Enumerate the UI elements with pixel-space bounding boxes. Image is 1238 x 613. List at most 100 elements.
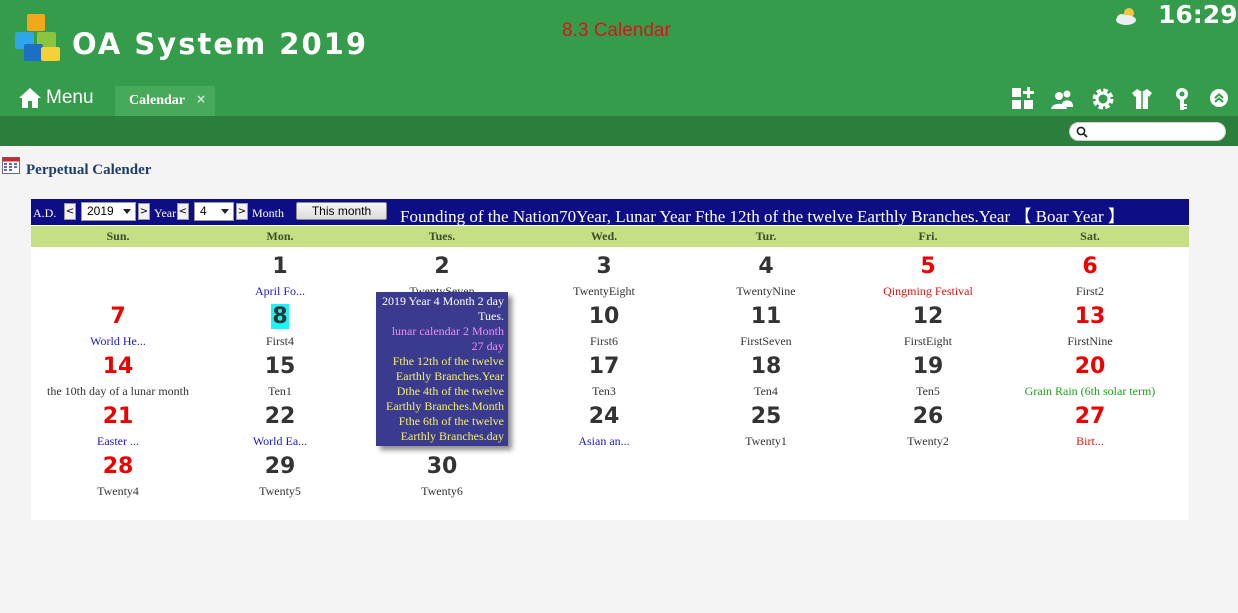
day-cell[interactable]: 22 World Ea... bbox=[199, 399, 361, 449]
tooltip-line: Earthly Branches.day bbox=[400, 429, 504, 443]
day-number: 22 bbox=[264, 404, 296, 429]
day-number: 19 bbox=[912, 354, 944, 379]
tooltip-line: Tues. bbox=[478, 309, 504, 323]
prev-year-button[interactable]: < bbox=[64, 203, 76, 220]
weekday-header: Sun. Mon. Tues. Wed. Tur. Fri. Sat. bbox=[31, 226, 1189, 247]
day-number: 5 bbox=[920, 254, 936, 279]
day-number: 18 bbox=[750, 354, 782, 379]
year-select-value: 2019 bbox=[87, 204, 114, 218]
chevron-down-icon bbox=[123, 209, 131, 214]
day-subtitle: Grain Rain (6th solar term) bbox=[1024, 384, 1156, 398]
weekday-label: Fri. bbox=[918, 229, 938, 243]
search-icon bbox=[1076, 126, 1088, 138]
day-subtitle: Ten4 bbox=[754, 384, 778, 398]
day-cell[interactable]: 17 Ten3 bbox=[523, 349, 685, 399]
day-cell[interactable]: 28 Twenty4 bbox=[37, 449, 199, 499]
next-year-button[interactable]: > bbox=[138, 203, 150, 220]
day-number: 12 bbox=[912, 304, 944, 329]
day-subtitle: TwentyEight bbox=[573, 284, 635, 298]
day-subtitle: Birt... bbox=[1076, 434, 1104, 448]
day-cell[interactable]: 29 Twenty5 bbox=[199, 449, 361, 499]
next-month-button[interactable]: > bbox=[236, 203, 248, 220]
day-cell[interactable]: 18 Ten4 bbox=[685, 349, 847, 399]
day-cell[interactable]: 24 Asian an... bbox=[523, 399, 685, 449]
day-subtitle: Twenty1 bbox=[745, 434, 787, 448]
add-widget-icon[interactable] bbox=[1011, 87, 1035, 111]
day-subtitle: the 10th day of a lunar month bbox=[47, 384, 189, 398]
day-cell[interactable]: 11 FirstSeven bbox=[685, 299, 847, 349]
day-subtitle: Twenty6 bbox=[421, 484, 463, 498]
day-cell[interactable]: 20 Grain Rain (6th solar term) bbox=[1009, 349, 1171, 399]
tooltip-line: Earthly Branches.Month bbox=[386, 399, 504, 413]
date-tooltip: 2019 Year 4 Month 2 day Tues. lunar calend… bbox=[376, 292, 508, 446]
day-cell[interactable]: 26 Twenty2 bbox=[847, 399, 1009, 449]
year-select[interactable]: 2019 bbox=[81, 202, 136, 221]
menu-button[interactable]: Menu bbox=[18, 82, 94, 114]
day-subtitle: Ten3 bbox=[592, 384, 616, 398]
day-cell[interactable]: 7 World He... bbox=[37, 299, 199, 349]
users-icon[interactable] bbox=[1050, 87, 1074, 111]
day-number: 6 bbox=[1082, 254, 1098, 279]
gear-icon[interactable] bbox=[1091, 87, 1115, 111]
day-number: 11 bbox=[750, 304, 782, 329]
tab-calendar-label: Calendar bbox=[129, 93, 185, 108]
day-cell[interactable]: 19 Ten5 bbox=[847, 349, 1009, 399]
search-box[interactable] bbox=[1069, 122, 1226, 141]
weekday-label: Sat. bbox=[1080, 229, 1100, 243]
day-cell[interactable]: 1 April Fo... bbox=[199, 249, 361, 299]
ad-label: A.D. bbox=[33, 206, 57, 220]
shirt-icon[interactable] bbox=[1130, 87, 1154, 111]
day-cell[interactable]: 30 Twenty6 bbox=[361, 449, 523, 499]
tooltip-line: Fthe 6th of the twelve bbox=[398, 414, 504, 428]
day-cell[interactable]: 25 Twenty1 bbox=[685, 399, 847, 449]
day-cell[interactable]: 21 Easter ... bbox=[37, 399, 199, 449]
tab-close-icon[interactable]: × bbox=[196, 92, 206, 106]
weekday-label: Wed. bbox=[590, 229, 618, 243]
month-select[interactable]: 4 bbox=[194, 202, 234, 221]
day-number: 10 bbox=[588, 304, 620, 329]
calendar-icon bbox=[2, 157, 20, 174]
day-subtitle: FirstNine bbox=[1067, 334, 1113, 348]
key-icon[interactable] bbox=[1170, 87, 1194, 111]
day-cell[interactable]: 27 Birt... bbox=[1009, 399, 1171, 449]
menu-label: Menu bbox=[46, 87, 94, 108]
day-subtitle: Qingming Festival bbox=[883, 284, 973, 298]
search-input[interactable] bbox=[1092, 124, 1222, 139]
perpetual-calendar: A.D. < 2019 > Year < 4 > Month This mont… bbox=[31, 199, 1189, 520]
day-number: 1 bbox=[272, 254, 288, 279]
month-label: Month bbox=[252, 206, 285, 220]
day-cell[interactable]: 6 First2 bbox=[1009, 249, 1171, 299]
day-number: 25 bbox=[750, 404, 782, 429]
tooltip-line: lunar calendar 2 Month bbox=[391, 324, 504, 338]
day-cell[interactable]: 15 Ten1 bbox=[199, 349, 361, 399]
day-subtitle: FirstSeven bbox=[740, 334, 792, 348]
day-number: 26 bbox=[912, 404, 944, 429]
weather-icon bbox=[1116, 8, 1136, 25]
day-cell[interactable]: 10 First6 bbox=[523, 299, 685, 349]
day-cell[interactable]: 14 the 10th day of a lunar month bbox=[37, 349, 199, 399]
chevron-down-icon bbox=[221, 209, 229, 214]
day-subtitle: Ten5 bbox=[916, 384, 940, 398]
prev-month-button[interactable]: < bbox=[177, 203, 189, 220]
day-cell[interactable]: 12 FirstEight bbox=[847, 299, 1009, 349]
day-cell[interactable]: 8 First4 bbox=[199, 299, 361, 349]
year-label: Year bbox=[154, 206, 177, 220]
day-cell[interactable]: 5 Qingming Festival bbox=[847, 249, 1009, 299]
sub-toolbar bbox=[0, 116, 1238, 146]
tooltip-line: Dthe 4th of the twelve bbox=[396, 384, 504, 398]
weekday-label: Tur. bbox=[755, 229, 777, 243]
month-select-value: 4 bbox=[200, 204, 207, 218]
tab-calendar[interactable]: Calendar × bbox=[115, 86, 215, 116]
chevron-up-icon[interactable] bbox=[1209, 88, 1229, 108]
day-cell[interactable]: 3 TwentyEight bbox=[523, 249, 685, 299]
day-cell[interactable]: 13 FirstNine bbox=[1009, 299, 1171, 349]
day-subtitle: Easter ... bbox=[97, 434, 139, 448]
day-number: 28 bbox=[102, 454, 134, 479]
tooltip-line: 2019 Year 4 Month 2 day bbox=[382, 294, 504, 308]
day-subtitle: FirstEight bbox=[903, 334, 952, 348]
this-month-button[interactable]: This month bbox=[296, 202, 387, 220]
app-title: OA System 2019 bbox=[72, 27, 369, 61]
day-cell[interactable]: 4 TwentyNine bbox=[685, 249, 847, 299]
day-subtitle: First2 bbox=[1075, 284, 1104, 298]
day-number: 15 bbox=[264, 354, 296, 379]
